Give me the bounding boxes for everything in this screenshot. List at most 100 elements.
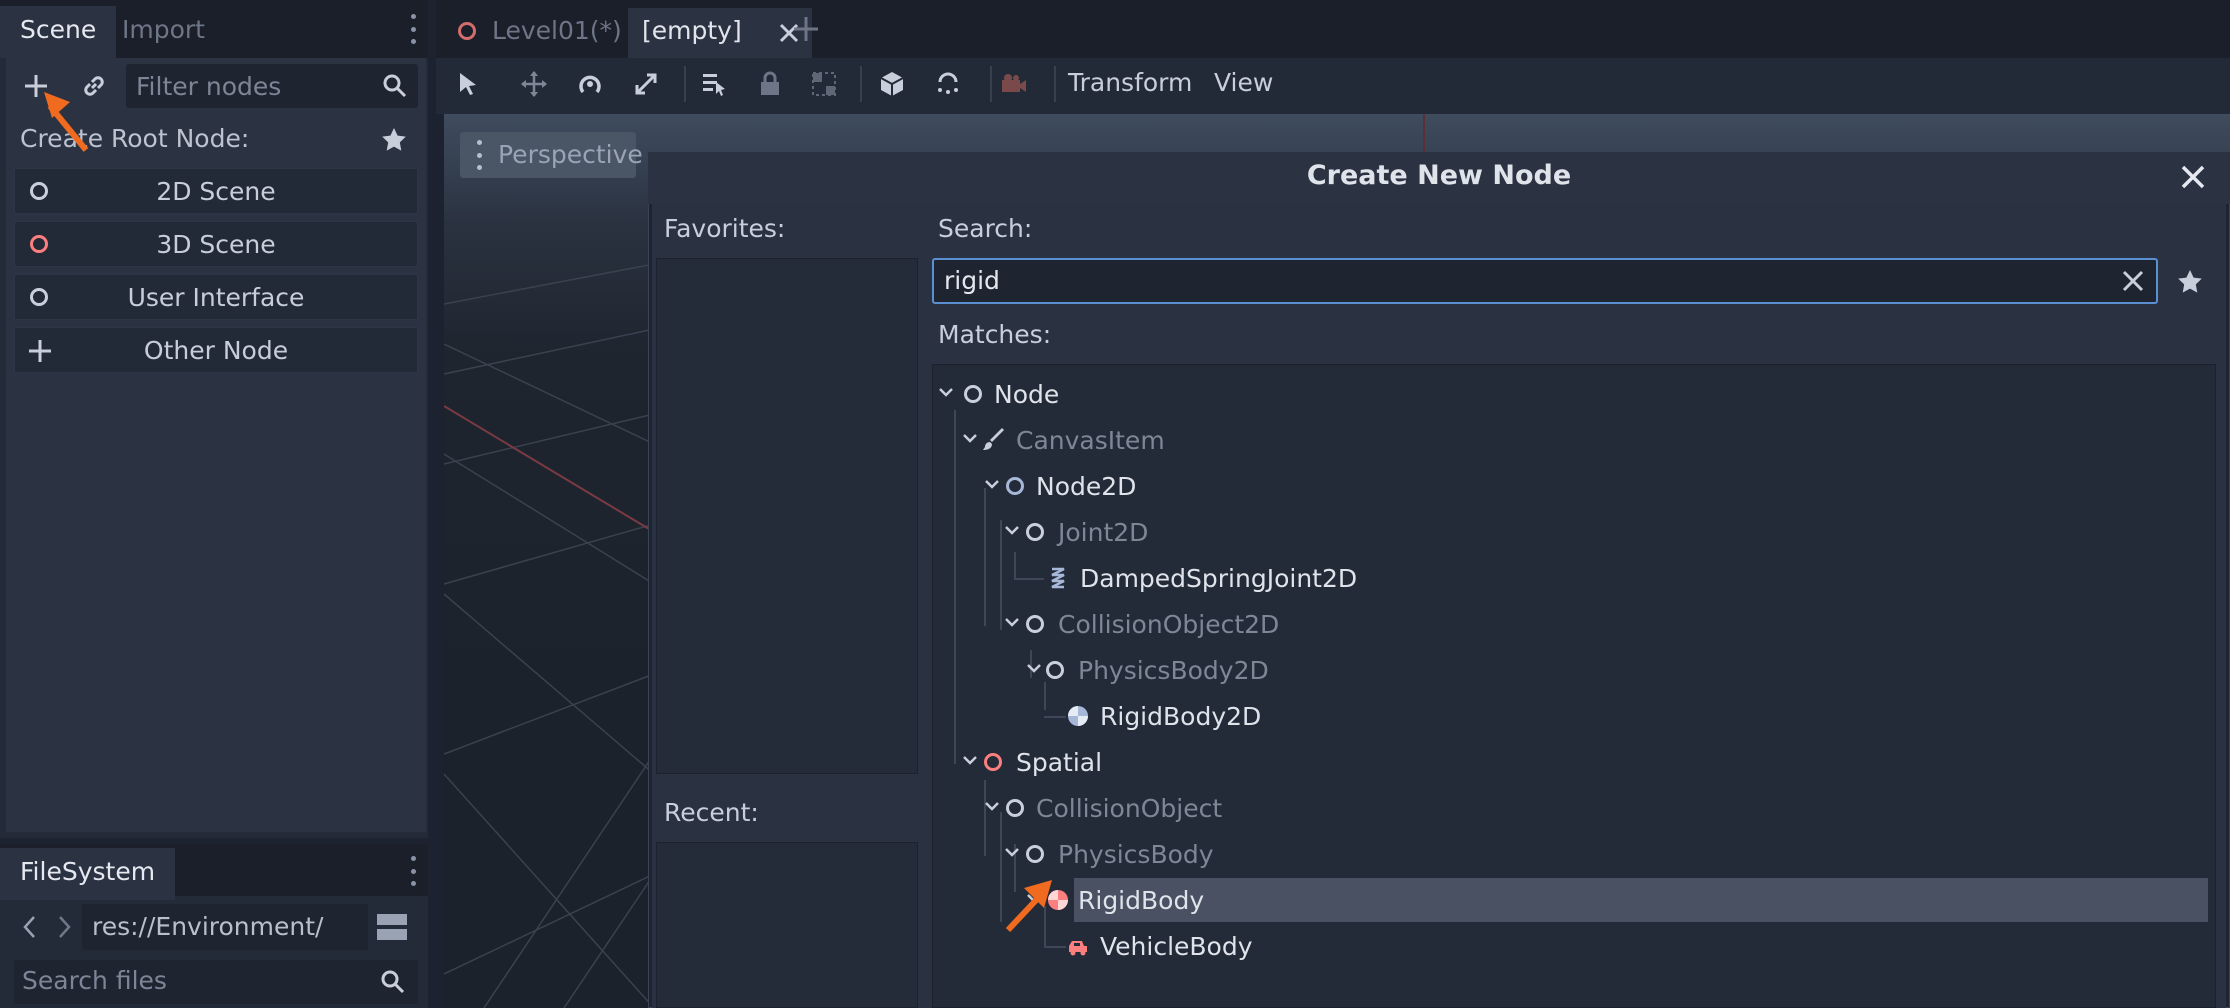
tree-label: CollisionObject [1036, 794, 1223, 823]
matches-label: Matches: [938, 320, 1052, 349]
close-icon[interactable] [2180, 164, 2206, 190]
user-interface-label: User Interface [127, 283, 305, 312]
local-space-cube-icon[interactable] [878, 70, 906, 98]
node-icon [1026, 845, 1044, 863]
group-icon[interactable] [810, 70, 838, 98]
tree-label: DampedSpringJoint2D [1080, 564, 1358, 593]
3d-scene-label: 3D Scene [156, 230, 276, 259]
scale-tool-icon[interactable] [632, 70, 660, 98]
tree-line [1044, 682, 1046, 710]
clear-search-icon[interactable] [2122, 270, 2144, 292]
tree-label: VehicleBody [1100, 932, 1253, 961]
favorites-label: Favorites: [664, 214, 786, 243]
rigidbody2d-icon [1068, 706, 1088, 726]
vehicle-icon [1069, 941, 1087, 956]
other-node-label: Other Node [143, 336, 289, 365]
search-files-input[interactable]: Search files [14, 960, 418, 1004]
chevron-down-icon[interactable] [938, 384, 954, 400]
orange-arrow-icon [1005, 880, 1052, 933]
editor-scene-tabs: Level01(*) [empty] [436, 0, 2230, 58]
tree-line [1044, 716, 1066, 718]
back-icon[interactable] [20, 914, 40, 940]
toolbar-separator [684, 66, 686, 102]
camera-icon[interactable] [1000, 70, 1028, 98]
tab-filesystem[interactable]: FileSystem [0, 848, 176, 900]
chevron-down-icon[interactable] [1026, 660, 1042, 676]
tab-level01[interactable]: Level01(*) [444, 8, 622, 58]
recent-label: Recent: [664, 798, 759, 827]
tree-line [1000, 520, 1002, 630]
node-icon [1026, 523, 1044, 541]
tree-line [954, 410, 956, 764]
2d-scene-label: 2D Scene [156, 177, 276, 206]
toolbar-separator [990, 66, 992, 102]
filter-nodes-placeholder: Filter nodes [136, 72, 282, 101]
dialog-title: Create New Node [1306, 160, 1572, 191]
recent-list[interactable] [656, 842, 918, 1008]
tree-label: CollisionObject2D [1058, 610, 1280, 639]
tree-label: RigidBody [1078, 886, 1205, 915]
2d-scene-button[interactable]: 2D Scene [14, 168, 418, 214]
chevron-down-icon[interactable] [962, 430, 978, 446]
tree-label: PhysicsBody [1058, 840, 1214, 869]
snap-icon[interactable] [934, 70, 962, 98]
perspective-menu-icon [474, 140, 484, 170]
tab-empty-label: [empty] [642, 16, 742, 45]
filter-nodes-input[interactable]: Filter nodes [126, 64, 418, 108]
filesystem-path-field[interactable]: res://Environment/ [82, 904, 368, 950]
node-icon [1006, 799, 1024, 817]
node-icon [1046, 661, 1064, 679]
tree-line [984, 488, 986, 626]
spring-icon [1051, 567, 1065, 589]
tab-empty[interactable]: [empty] [628, 8, 812, 58]
orange-arrow-icon [44, 92, 89, 152]
tab-scene[interactable]: Scene [0, 6, 117, 58]
perspective-label: Perspective [498, 140, 643, 169]
move-tool-icon[interactable] [520, 70, 548, 98]
tree-label: RigidBody2D [1100, 702, 1262, 731]
tree-line [1044, 946, 1066, 948]
search-icon [383, 74, 407, 98]
lock-icon[interactable] [756, 70, 784, 98]
tree-label: Node2D [1036, 472, 1137, 501]
rotate-tool-icon[interactable] [576, 70, 604, 98]
node-search-input[interactable]: rigid [932, 258, 2158, 304]
chevron-down-icon[interactable] [984, 798, 1000, 814]
chevron-down-icon[interactable] [1004, 614, 1020, 630]
perspective-menu-button[interactable]: Perspective [460, 132, 643, 178]
search-icon [381, 970, 405, 994]
dialog-title-bar: Create New Node [648, 152, 2230, 204]
split-view-icon[interactable] [376, 912, 408, 942]
select-tool-icon[interactable] [454, 70, 482, 98]
tab-import[interactable]: Import [102, 6, 225, 58]
tree-label: PhysicsBody2D [1078, 656, 1269, 685]
new-tab-plus-icon[interactable] [792, 15, 820, 43]
node-icon [1026, 615, 1044, 633]
3d-scene-button[interactable]: 3D Scene [14, 221, 418, 267]
search-files-placeholder: Search files [22, 966, 167, 995]
favorites-list[interactable] [656, 258, 918, 774]
transform-menu[interactable]: Transform [1068, 68, 1192, 97]
chevron-down-icon[interactable] [984, 476, 1000, 492]
chevron-down-icon[interactable] [1004, 522, 1020, 538]
selected-row-highlight [1074, 878, 2208, 922]
favorite-star-icon[interactable] [380, 126, 408, 154]
chevron-down-icon[interactable] [1004, 844, 1020, 860]
tree-label: Spatial [1016, 748, 1103, 777]
dock-menu-icon[interactable] [408, 856, 418, 886]
chevron-down-icon[interactable] [962, 752, 978, 768]
tab-level01-label: Level01(*) [492, 16, 622, 45]
node-search-value: rigid [944, 266, 1000, 295]
tree-line [1014, 578, 1044, 580]
forward-icon[interactable] [54, 914, 74, 940]
other-node-button[interactable]: Other Node [14, 327, 418, 373]
node2d-icon [1006, 477, 1024, 495]
tree-line [984, 780, 986, 856]
filesystem-tabs: FileSystem [0, 844, 428, 900]
list-select-icon[interactable] [700, 70, 728, 98]
scene-dock-tabs: Scene Import [0, 0, 428, 58]
view-menu[interactable]: View [1214, 68, 1273, 97]
dock-menu-icon[interactable] [408, 14, 418, 44]
favorite-star-icon[interactable] [2176, 268, 2204, 296]
user-interface-button[interactable]: User Interface [14, 274, 418, 320]
